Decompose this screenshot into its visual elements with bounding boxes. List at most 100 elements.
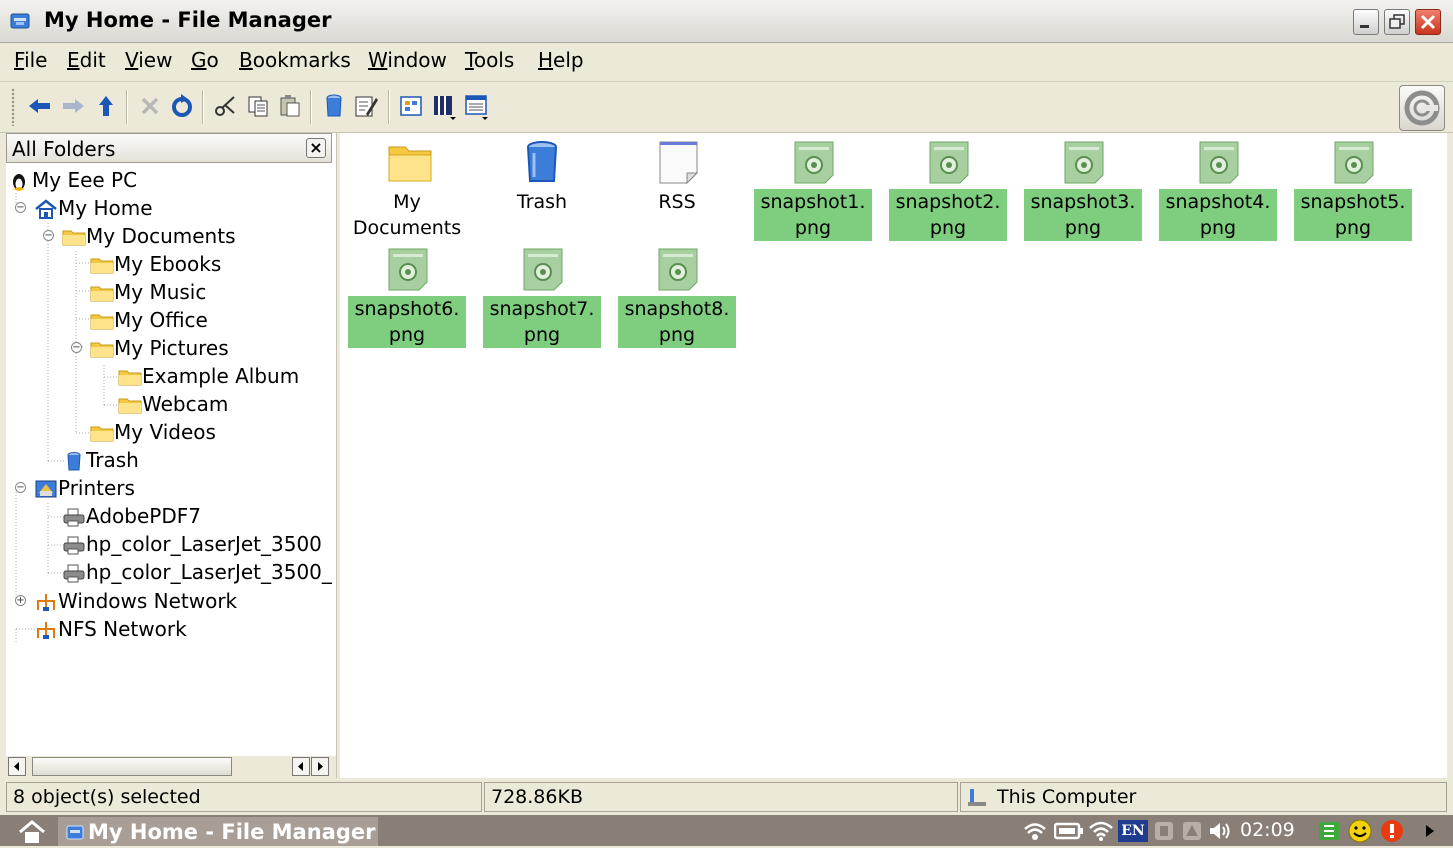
network-icon <box>34 619 58 639</box>
taskbar-task-label: My Home - File Manager <box>88 820 376 844</box>
tree-item-trash[interactable]: Trash <box>62 446 139 474</box>
scrollbar-thumb[interactable] <box>32 757 232 776</box>
tree-item-windows-network[interactable]: Windows Network <box>34 587 237 615</box>
trash-button[interactable] <box>320 92 348 120</box>
tree-item-my-office[interactable]: My Office <box>90 306 208 334</box>
restore-button[interactable] <box>1384 9 1410 35</box>
arrow-icon[interactable] <box>1422 823 1438 839</box>
battery-icon[interactable] <box>1054 822 1084 840</box>
copy-icon <box>248 96 268 117</box>
menu-view[interactable]: View <box>125 48 172 72</box>
tree-item-nfs-network[interactable]: NFS Network <box>34 615 187 643</box>
scroll-left-button-2[interactable] <box>292 757 310 776</box>
tree-item-my-videos[interactable]: My Videos <box>90 418 216 446</box>
taskbar: My Home - File Manager EN 02:09 <box>0 815 1453 846</box>
scroll-right-button[interactable] <box>311 757 329 776</box>
menu-window[interactable]: Window <box>368 48 447 72</box>
file-item-trash[interactable]: Trash <box>483 133 601 215</box>
file-item-my-documents[interactable]: My Documents <box>348 133 466 241</box>
cut-button[interactable] <box>212 92 240 120</box>
start-home-button[interactable] <box>18 819 46 843</box>
tree-item-webcam[interactable]: Webcam <box>118 390 228 418</box>
properties-button[interactable] <box>352 92 380 120</box>
file-item-snapshot5[interactable]: snapshot5. png <box>1294 133 1412 241</box>
apps-icon[interactable] <box>1318 821 1340 841</box>
taskbar-task-file-manager[interactable]: My Home - File Manager <box>58 817 378 846</box>
tree-item-printers[interactable]: Printers <box>34 474 135 502</box>
reload-button[interactable] <box>168 92 196 120</box>
file-item-snapshot6[interactable]: snapshot6. png <box>348 240 466 348</box>
tree-item-adobepdf7[interactable]: AdobePDF7 <box>62 502 201 530</box>
properties-icon <box>355 96 378 117</box>
menu-file[interactable]: File <box>14 48 47 72</box>
clock[interactable]: 02:09 <box>1240 819 1295 841</box>
close-button[interactable] <box>1415 9 1441 35</box>
back-button[interactable] <box>26 92 54 120</box>
cut-icon <box>215 96 235 116</box>
list-view-button[interactable] <box>462 92 490 120</box>
tree-item-hp-laserjet-1[interactable]: hp_color_LaserJet_3500 <box>62 530 322 558</box>
tree-item-my-home[interactable]: My Home <box>34 194 153 222</box>
collapse-my-home[interactable]: − <box>15 202 26 213</box>
volume-icon[interactable] <box>1208 821 1234 841</box>
file-item-snapshot7[interactable]: snapshot7. png <box>483 240 601 348</box>
menu-bookmarks[interactable]: Bookmarks <box>239 48 351 72</box>
stop-button[interactable] <box>136 92 164 120</box>
keyboard-layout-indicator[interactable]: EN <box>1118 820 1148 842</box>
file-view[interactable]: My Documents Trash RSS snapshot1. png snap… <box>340 133 1447 778</box>
copy-button[interactable] <box>244 92 272 120</box>
stop-icon <box>141 97 159 115</box>
file-name: snapshot6. png <box>348 296 466 348</box>
tree-item-my-documents[interactable]: My Documents <box>62 222 235 250</box>
forward-button[interactable] <box>60 92 88 120</box>
wireless-icon[interactable] <box>1022 820 1048 842</box>
trash-icon <box>326 94 342 117</box>
wifi-icon[interactable] <box>1088 820 1114 842</box>
arrow-right-icon <box>318 762 323 771</box>
toolbar-grip[interactable] <box>11 88 15 126</box>
toolbar-separator <box>126 90 128 124</box>
menu-edit[interactable]: Edit <box>67 48 106 72</box>
printer-icon <box>62 562 86 582</box>
tree-item-my-music[interactable]: My Music <box>90 278 206 306</box>
collapse-my-documents[interactable]: − <box>43 230 54 241</box>
collapse-printers[interactable]: − <box>15 482 26 493</box>
close-panel-button[interactable]: × <box>306 138 326 158</box>
menu-help[interactable]: Help <box>538 48 584 72</box>
folder-tree-scrollbar[interactable] <box>6 756 336 778</box>
up-button[interactable] <box>92 92 120 120</box>
file-item-snapshot8[interactable]: snapshot8. png <box>618 240 736 348</box>
file-name: snapshot8. png <box>618 296 736 348</box>
file-item-snapshot4[interactable]: snapshot4. png <box>1159 133 1277 241</box>
tree-item-my-pictures[interactable]: My Pictures <box>90 334 229 362</box>
file-manager-app-icon <box>10 13 30 29</box>
file-item-snapshot1[interactable]: snapshot1. png <box>754 133 872 241</box>
file-item-rss[interactable]: RSS <box>618 133 736 215</box>
file-name: snapshot1. png <box>754 189 872 241</box>
paste-button[interactable] <box>276 92 304 120</box>
printer-icon <box>62 506 86 526</box>
tree-item-my-ebooks[interactable]: My Ebooks <box>90 250 221 278</box>
folder-icon <box>90 338 114 358</box>
file-item-snapshot3[interactable]: snapshot3. png <box>1024 133 1142 241</box>
file-item-snapshot2[interactable]: snapshot2. png <box>889 133 1007 241</box>
menu-tools[interactable]: Tools <box>465 48 514 72</box>
scroll-left-button[interactable] <box>8 757 26 776</box>
tree-item-example-album[interactable]: Example Album <box>118 362 299 390</box>
collapse-my-pictures[interactable]: − <box>71 342 82 353</box>
restore-icon <box>1389 14 1405 29</box>
expand-windows-network[interactable]: + <box>15 595 26 606</box>
detail-view-button[interactable] <box>430 92 458 120</box>
minimize-icon <box>1360 25 1369 28</box>
title-bar[interactable]: My Home - File Manager <box>0 0 1453 43</box>
minimize-button[interactable] <box>1353 9 1379 35</box>
tray-app-icon[interactable] <box>1182 821 1202 841</box>
smiley-icon[interactable] <box>1348 819 1372 843</box>
menu-go[interactable]: Go <box>191 48 219 72</box>
tree-item-hp-laserjet-2[interactable]: hp_color_LaserJet_3500_ <box>62 558 332 586</box>
tray-app-icon[interactable] <box>1154 821 1174 841</box>
tree-item-my-eee-pc[interactable]: My Eee PC <box>8 166 137 194</box>
icon-view-button[interactable] <box>398 92 426 120</box>
icon-view-icon <box>400 96 422 116</box>
power-icon[interactable] <box>1380 819 1404 843</box>
